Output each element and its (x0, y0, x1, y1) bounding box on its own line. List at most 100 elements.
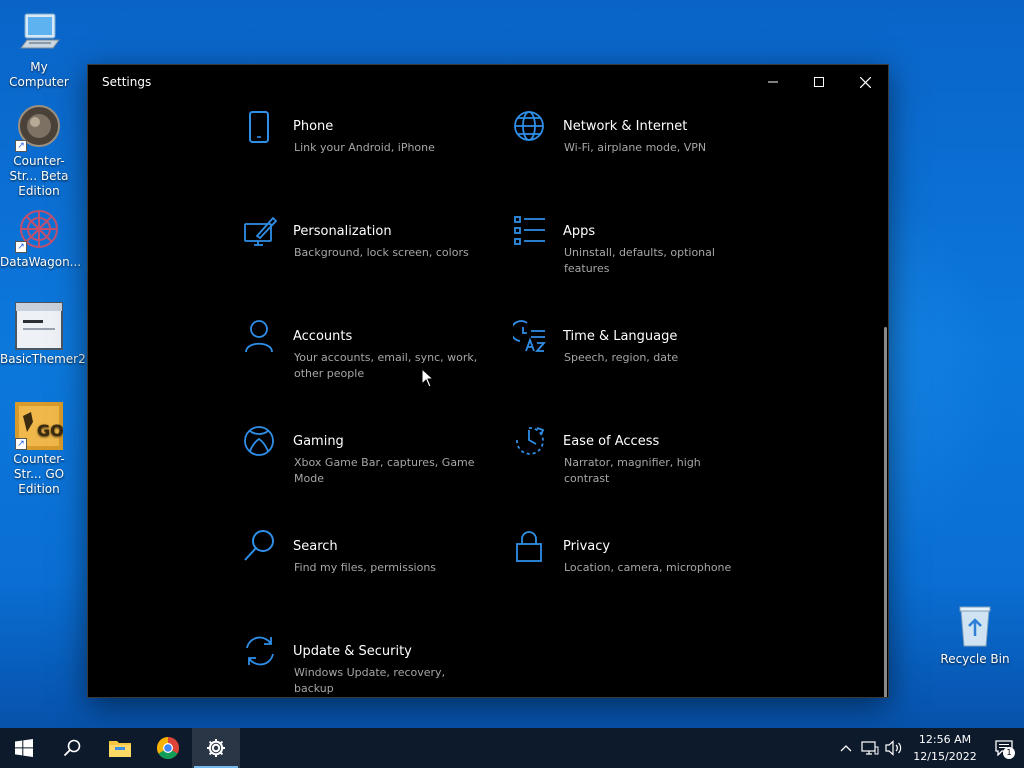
update-icon (246, 636, 274, 666)
close-icon (859, 76, 871, 88)
close-button[interactable] (842, 65, 888, 99)
paint-icon (244, 216, 277, 246)
tile-description: Location, camera, microphone (564, 561, 732, 574)
network-tray-button[interactable] (858, 728, 882, 768)
chrome-icon (157, 737, 179, 759)
cs-beta-icon: ↗ (15, 104, 63, 152)
desktop-icon-label: BasicThemer2 (0, 352, 86, 366)
tile-title: Phone (293, 119, 334, 134)
settings-tile-ease-of-access[interactable]: Ease of Access Narrator, magnifier, high… (513, 424, 763, 519)
tile-title: Apps (563, 224, 596, 239)
settings-tile-network[interactable]: Network & Internet Wi-Fi, airplane mode,… (513, 109, 763, 204)
settings-tile-apps[interactable]: Apps Uninstall, defaults, optional featu… (513, 214, 763, 309)
settings-tile-gaming[interactable]: Gaming Xbox Game Bar, captures, Game Mod… (243, 424, 493, 519)
desktop-icon-label: My Computer (9, 60, 69, 89)
tile-title: Time & Language (563, 329, 678, 344)
search-icon (63, 739, 81, 757)
tile-description: Xbox Game Bar, captures, Game Mode (294, 456, 475, 485)
phone-icon (249, 111, 269, 143)
shortcut-arrow-icon: ↗ (15, 241, 27, 253)
taskbar-clock[interactable]: 12:56 AM 12/15/2022 (906, 731, 984, 765)
desktop-icon-datawagon[interactable]: ↗ DataWagon... (0, 205, 82, 270)
tile-title: Personalization (293, 224, 392, 239)
minimize-button[interactable] (750, 65, 796, 99)
taskbar: 12:56 AM 12/15/2022 1 (0, 728, 1024, 768)
start-icon (15, 739, 33, 757)
search-icon (244, 530, 274, 561)
tile-description: Background, lock screen, colors (294, 246, 469, 259)
settings-gear-icon (207, 739, 225, 757)
settings-tile-phone[interactable]: Phone Link your Android, iPhone (243, 109, 493, 204)
taskbar-chrome[interactable] (144, 728, 192, 768)
globe-icon (514, 111, 544, 141)
clock-time: 12:56 AM (918, 733, 972, 746)
maximize-icon (814, 77, 824, 87)
taskbar-file-explorer[interactable] (96, 728, 144, 768)
tile-title: Accounts (293, 329, 353, 344)
settings-tile-personalization[interactable]: Personalization Background, lock screen,… (243, 214, 493, 309)
minimize-icon (768, 81, 778, 83)
tile-title: Privacy (563, 539, 611, 554)
csgo-icon: GO ↗ (15, 402, 64, 450)
tile-title: Search (293, 539, 338, 554)
apps-list-icon (514, 216, 545, 245)
tile-description: Your accounts, email, sync, work, other … (294, 351, 478, 380)
desktop-icon-my-computer[interactable]: My Computer (0, 10, 78, 90)
shortcut-arrow-icon: ↗ (15, 438, 27, 450)
settings-tile-privacy[interactable]: Privacy Location, camera, microphone (513, 529, 763, 624)
datawagon-icon: ↗ (15, 205, 63, 253)
settings-tile-accounts[interactable]: Accounts Your accounts, email, sync, wor… (243, 319, 493, 414)
tile-title: Gaming (293, 434, 344, 449)
volume-tray-button[interactable] (882, 728, 906, 768)
title-bar[interactable]: Settings (88, 65, 888, 99)
ease-access-icon (516, 427, 545, 455)
show-hidden-icons-button[interactable] (834, 728, 858, 768)
taskbar-settings[interactable] (192, 728, 240, 768)
maximize-button[interactable] (796, 65, 842, 99)
tile-description: Wi-Fi, airplane mode, VPN (564, 141, 707, 154)
settings-tile-time-language[interactable]: Time & Language Speech, region, date (513, 319, 763, 414)
file-explorer-icon (109, 741, 131, 757)
recycle-bin-icon (951, 602, 999, 650)
settings-tile-update-security[interactable]: Update & Security Windows Update, recove… (243, 634, 493, 697)
desktop-icon-label: Counter-Str... Beta Edition (9, 154, 69, 198)
chevron-up-icon (840, 745, 852, 752)
system-tray: 12:56 AM 12/15/2022 1 (834, 728, 1024, 768)
tile-title: Network & Internet (563, 119, 688, 134)
tile-description: Link your Android, iPhone (294, 141, 435, 154)
desktop-icon-cs-beta[interactable]: ↗ Counter-Str... Beta Edition (0, 104, 78, 199)
notification-count-badge: 1 (1003, 747, 1015, 759)
desktop-icon-label: DataWagon... (0, 255, 82, 269)
start-button[interactable] (0, 728, 48, 768)
network-icon (861, 741, 879, 755)
computer-icon (15, 10, 63, 58)
person-icon (245, 320, 273, 353)
desktop-icon-label: Recycle Bin (940, 652, 1010, 666)
svg-text:GO: GO (37, 421, 63, 440)
settings-content: Phone Link your Android, iPhone Network … (88, 99, 888, 697)
tile-description: Windows Update, recovery, backup (294, 666, 446, 695)
settings-tile-search[interactable]: Search Find my files, permissions (243, 529, 493, 624)
tile-description: Find my files, permissions (294, 561, 437, 574)
action-center-button[interactable]: 1 (984, 728, 1024, 768)
taskbar-search-button[interactable] (48, 728, 96, 768)
tile-description: Narrator, magnifier, high contrast (564, 456, 701, 485)
tile-description: Speech, region, date (564, 351, 679, 364)
tile-description: Uninstall, defaults, optional features (564, 246, 715, 275)
desktop-icon-recycle-bin[interactable]: Recycle Bin (936, 602, 1014, 667)
mouse-cursor-icon (421, 368, 435, 388)
scrollbar-thumb[interactable] (884, 327, 887, 697)
desktop-icon-csgo[interactable]: GO ↗ Counter-Str... GO Edition (0, 402, 78, 497)
window-app-icon (15, 302, 63, 350)
desktop-icon-label: Counter-Str... GO Edition (13, 452, 65, 496)
window-title: Settings (102, 75, 152, 89)
shortcut-arrow-icon: ↗ (15, 140, 27, 152)
time-language-icon (513, 320, 546, 352)
desktop-icon-basicthemer[interactable]: BasicThemer2 (0, 302, 86, 367)
clock-date: 12/15/2022 (913, 750, 977, 763)
xbox-icon (244, 426, 274, 456)
tile-title: Update & Security (293, 644, 412, 659)
tile-title: Ease of Access (563, 434, 660, 449)
settings-window: Settings Phone Link your Android, iPhone (87, 64, 889, 698)
volume-icon (885, 740, 902, 756)
